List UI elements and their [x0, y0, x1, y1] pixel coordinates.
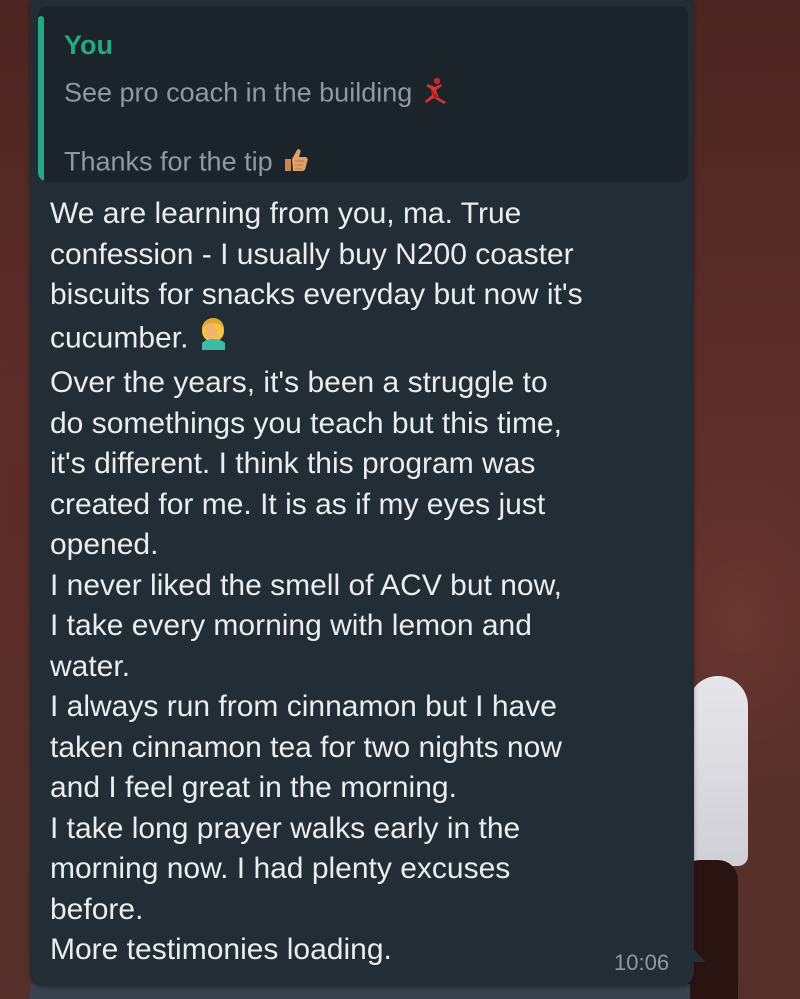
quote-line-2-text: Thanks for the tip — [64, 146, 273, 177]
quote-sender-name: You — [64, 30, 113, 60]
quote-accent-bar — [38, 16, 44, 182]
message-timestamp: 10:06 — [614, 950, 670, 975]
message-line: biscuits for snacks everyday but now it'… — [50, 278, 583, 311]
message-bubble-tail — [692, 948, 706, 962]
quote-line-2: Thanks for the tip — [64, 146, 309, 181]
message-line: Over the years, it's been a struggle to — [50, 366, 548, 399]
message-line: created for me. It is as if my eyes just — [50, 487, 546, 521]
message-line: do somethings you teach but this time, — [50, 406, 562, 440]
quote-line-1: See pro coach in the building — [64, 76, 450, 113]
message-line: I take long prayer walks early in the — [50, 811, 521, 845]
message-line-text: cucumber. — [50, 321, 189, 355]
message-bubble[interactable]: You See pro coach in the building Thanks… — [30, 0, 694, 986]
message-line: and I feel great in the morning. — [50, 771, 457, 804]
wallpaper-bottom-strip — [30, 984, 690, 999]
message-line: it's different. I think this program was — [50, 447, 536, 480]
message-line: I never liked the smell of ACV but now, — [50, 568, 562, 602]
wallpaper-figure-shirt — [688, 676, 748, 866]
message-line: morning now. I had plenty excuses — [50, 852, 511, 885]
message-line-with-emoji: cucumber. — [50, 316, 680, 364]
message-line: before. — [50, 892, 144, 926]
message-line: We are learning from you, ma. True — [50, 197, 522, 230]
quote-line-1-text: See pro coach in the building — [64, 77, 413, 108]
message-line: More testimonies loading. — [50, 933, 392, 966]
thumbs-up-icon — [281, 146, 309, 181]
message-line: water. — [50, 649, 131, 683]
message-line: I take every morning with lemon and — [50, 609, 532, 642]
message-line: taken cinnamon tea for two nights now — [50, 730, 562, 764]
message-body: We are learning from you, ma. True confe… — [50, 194, 680, 971]
message-line: opened. — [50, 528, 159, 561]
message-line: I always run from cinnamon but I have — [50, 690, 557, 723]
woman-dancing-icon — [420, 76, 450, 113]
quoted-reply[interactable]: You See pro coach in the building Thanks… — [38, 6, 688, 182]
message-line: confession - I usually buy N200 coaster — [50, 237, 574, 271]
face-palm-icon — [196, 316, 232, 364]
